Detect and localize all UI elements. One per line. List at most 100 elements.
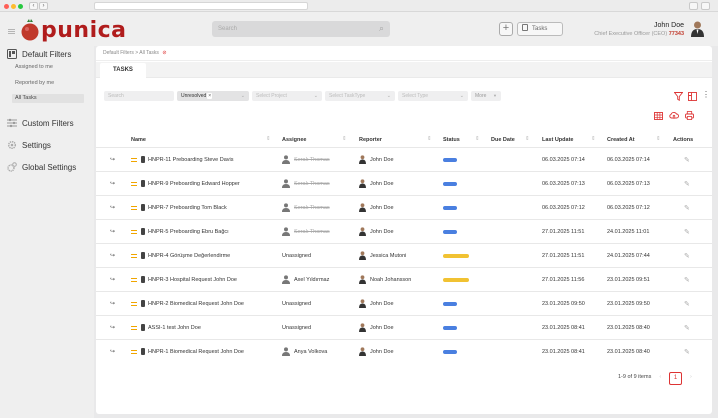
user-name[interactable]: John Doe: [654, 22, 684, 29]
browser-back-button[interactable]: ‹: [29, 2, 38, 10]
unpin-icon[interactable]: ⊘: [162, 50, 166, 56]
task-name-cell[interactable]: HNPR-1 Biomedical Request John Doe: [131, 340, 244, 363]
edit-icon[interactable]: ✎: [684, 340, 690, 363]
sort-icon[interactable]: ⇕: [475, 136, 480, 142]
task-name-cell[interactable]: HNPR-7 Preboarding Tom Black: [131, 196, 227, 219]
task-name[interactable]: HNPR-5 Preboarding Ebru Bağcı: [148, 229, 229, 235]
minimize-window-button[interactable]: [11, 3, 16, 9]
sort-icon[interactable]: ⇕: [525, 136, 530, 142]
task-name-cell[interactable]: HNPR-5 Preboarding Ebru Bağcı: [131, 220, 229, 243]
tabs-icon[interactable]: [701, 2, 710, 10]
status-filter-select[interactable]: Unresolved × ⌄: [177, 91, 249, 101]
user-avatar[interactable]: [690, 20, 705, 37]
sort-icon[interactable]: ⇕: [591, 136, 596, 142]
task-name[interactable]: HNPR-1 Biomedical Request John Doe: [148, 349, 244, 355]
menu-icon[interactable]: [8, 29, 15, 34]
breadcrumb-root[interactable]: Default Filters: [103, 50, 134, 56]
tab-tasks[interactable]: TASKS: [100, 63, 146, 78]
edit-icon[interactable]: ✎: [684, 220, 690, 243]
table-row[interactable]: ↪ HNPR-5 Preboarding Ebru Bağcı Serak Th…: [96, 219, 712, 243]
add-button[interactable]: +: [499, 22, 513, 36]
sort-icon[interactable]: ⇕: [342, 136, 347, 142]
sidebar-item-reported-by-me[interactable]: Reported by me: [15, 80, 54, 86]
task-name-cell[interactable]: HNPR-2 Biomedical Request John Doe: [131, 292, 244, 315]
print-icon[interactable]: [685, 111, 694, 120]
task-name[interactable]: HNPR-4 Görüşme Değerlendirme: [148, 253, 230, 259]
tasks-button[interactable]: Tasks: [517, 22, 563, 36]
task-name-cell[interactable]: HNPR-3 Hospital Request John Doe: [131, 268, 237, 291]
column-header-due-date[interactable]: Due Date: [491, 137, 515, 143]
table-row[interactable]: ↪ ASSI-1 test John Doe Unassigned John D…: [96, 315, 712, 339]
sort-icon[interactable]: ⇕: [656, 136, 661, 142]
share-arrow-icon[interactable]: ↪: [110, 340, 115, 363]
cloud-upload-icon[interactable]: [669, 111, 679, 120]
column-header-last-update[interactable]: Last Update: [542, 137, 573, 143]
next-page-icon[interactable]: ›: [690, 374, 692, 380]
sidebar-custom-filters[interactable]: Custom Filters: [7, 118, 74, 128]
global-search-input[interactable]: Search ⌕: [212, 21, 390, 37]
task-name-cell[interactable]: HNPR-4 Görüşme Değerlendirme: [131, 244, 230, 267]
task-name-cell[interactable]: ASSI-1 test John Doe: [131, 316, 201, 339]
share-arrow-icon[interactable]: ↪: [110, 220, 115, 243]
sidebar-global-settings[interactable]: Global Settings: [7, 162, 76, 172]
edit-icon[interactable]: ✎: [684, 196, 690, 219]
share-arrow-icon[interactable]: ↪: [110, 172, 115, 195]
share-arrow-icon[interactable]: ↪: [110, 268, 115, 291]
column-header-status[interactable]: Status: [443, 137, 460, 143]
page-button-current[interactable]: 1: [669, 372, 682, 385]
edit-icon[interactable]: ✎: [684, 244, 690, 267]
close-window-button[interactable]: [4, 3, 9, 9]
task-name[interactable]: HNPR-7 Preboarding Tom Black: [148, 205, 227, 211]
clear-status-icon[interactable]: ×: [207, 93, 213, 99]
task-name[interactable]: ASSI-1 test John Doe: [148, 325, 201, 331]
table-row[interactable]: ↪ HNPR-9 Preboarding Edward Hopper Serak…: [96, 171, 712, 195]
more-vertical-icon[interactable]: ⋮: [702, 91, 710, 99]
sort-icon[interactable]: ⇕: [427, 136, 432, 142]
share-arrow-icon[interactable]: ↪: [110, 148, 115, 171]
sort-icon[interactable]: ⇕: [266, 136, 271, 142]
column-header-reporter[interactable]: Reporter: [359, 137, 382, 143]
task-name-cell[interactable]: HNPR-9 Preboarding Edward Hopper: [131, 172, 240, 195]
sidebar-item-assigned-to-me[interactable]: Assigned to me: [15, 64, 53, 70]
sidebar-item-all-tasks[interactable]: All Tasks: [12, 94, 84, 103]
table-row[interactable]: ↪ HNPR-2 Biomedical Request John Doe Una…: [96, 291, 712, 315]
table-icon[interactable]: [654, 112, 663, 120]
prev-page-icon[interactable]: ‹: [659, 374, 661, 380]
share-arrow-icon[interactable]: ↪: [110, 316, 115, 339]
table-row[interactable]: ↪ HNPR-1 Biomedical Request John Doe Any…: [96, 339, 712, 363]
sidebar-default-filters[interactable]: Default Filters: [7, 49, 71, 59]
table-row[interactable]: ↪ HNPR-11 Preboarding Steve Davis Serak …: [96, 147, 712, 171]
type-filter-select[interactable]: Select Type ⌄: [398, 91, 468, 101]
table-row[interactable]: ↪ HNPR-3 Hospital Request John Doe Axel …: [96, 267, 712, 291]
share-arrow-icon[interactable]: ↪: [110, 244, 115, 267]
more-filters-button[interactable]: More ▼: [471, 91, 501, 101]
columns-icon[interactable]: [688, 92, 697, 101]
tasktype-filter-select[interactable]: Select TaskType ⌄: [325, 91, 395, 101]
edit-icon[interactable]: ✎: [684, 292, 690, 315]
maximize-window-button[interactable]: [18, 3, 23, 9]
share-icon[interactable]: [689, 2, 698, 10]
edit-icon[interactable]: ✎: [684, 172, 690, 195]
column-header-name[interactable]: Name: [131, 137, 146, 143]
edit-icon[interactable]: ✎: [684, 268, 690, 291]
share-arrow-icon[interactable]: ↪: [110, 292, 115, 315]
column-header-assignee[interactable]: Assignee: [282, 137, 306, 143]
table-row[interactable]: ↪ HNPR-4 Görüşme Değerlendirme Unassigne…: [96, 243, 712, 267]
task-name[interactable]: HNPR-9 Preboarding Edward Hopper: [148, 181, 240, 187]
table-row[interactable]: ↪ HNPR-7 Preboarding Tom Black Serak Tho…: [96, 195, 712, 219]
task-name-cell[interactable]: HNPR-11 Preboarding Steve Davis: [131, 148, 234, 171]
address-bar[interactable]: [94, 2, 308, 10]
task-name[interactable]: HNPR-3 Hospital Request John Doe: [148, 277, 237, 283]
filter-icon[interactable]: [674, 92, 683, 101]
browser-forward-button[interactable]: ›: [39, 2, 48, 10]
edit-icon[interactable]: ✎: [684, 148, 690, 171]
table-search-input[interactable]: Search: [104, 91, 174, 101]
sidebar-settings[interactable]: Settings: [7, 140, 51, 150]
app-logo[interactable]: punica: [20, 17, 127, 43]
edit-icon[interactable]: ✎: [684, 316, 690, 339]
column-header-created-at[interactable]: Created At: [607, 137, 635, 143]
task-name[interactable]: HNPR-2 Biomedical Request John Doe: [148, 301, 244, 307]
share-arrow-icon[interactable]: ↪: [110, 196, 115, 219]
task-name[interactable]: HNPR-11 Preboarding Steve Davis: [148, 157, 234, 163]
project-filter-select[interactable]: Select Project ⌄: [252, 91, 322, 101]
